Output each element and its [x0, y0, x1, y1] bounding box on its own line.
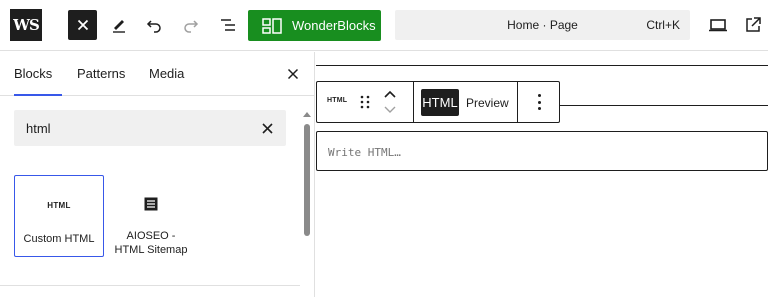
scroll-up-arrow[interactable]	[303, 112, 311, 117]
close-panel-button[interactable]	[283, 64, 303, 84]
block-type-button[interactable]: HTML	[327, 97, 347, 104]
editor-canvas: HTML HTML Preview Write HTML…	[316, 52, 768, 297]
block-option-label: Custom HTML	[23, 233, 95, 245]
wonderblocks-label: WonderBlocks	[292, 18, 376, 33]
html-badge-text: HTML	[47, 200, 71, 210]
close-icon	[287, 68, 299, 80]
tab-blocks[interactable]: Blocks	[14, 52, 62, 96]
block-search-input[interactable]: html	[14, 110, 286, 146]
tab-media[interactable]: Media	[149, 52, 184, 96]
tab-patterns[interactable]: Patterns	[77, 52, 125, 96]
preview-mode-button[interactable]: Preview	[466, 96, 509, 110]
html-editor-placeholder: Write HTML…	[328, 146, 401, 159]
pencil-icon	[113, 20, 125, 33]
html-mode-button[interactable]: HTML	[421, 89, 459, 116]
command-shortcut: Ctrl+K	[646, 18, 680, 32]
block-option-label-line2: HTML Sitemap	[114, 244, 188, 256]
sitemap-list-icon	[106, 195, 196, 213]
more-options-icon[interactable]	[533, 94, 545, 110]
close-inserter-button[interactable]	[68, 10, 97, 40]
search-value: html	[26, 121, 51, 136]
view-page-button[interactable]	[741, 13, 765, 37]
panel-divider	[0, 285, 300, 286]
top-toolbar: WS WonderBlocks Home · Page Ctrl+K	[0, 0, 768, 51]
canvas-guide-line	[560, 105, 768, 106]
block-option-custom-html[interactable]: HTML Custom HTML	[14, 175, 104, 257]
panel-scrollbar[interactable]	[302, 112, 312, 297]
scroll-thumb[interactable]	[304, 124, 310, 236]
wonderblocks-button[interactable]: WonderBlocks	[248, 10, 381, 41]
tools-button[interactable]	[107, 13, 131, 37]
logo-text: WS	[13, 16, 40, 34]
redo-icon	[184, 20, 199, 33]
block-option-label: AIOSEO - HTML Sitemap	[106, 229, 196, 257]
block-toolbar: HTML HTML Preview	[316, 81, 560, 123]
canvas-top-border	[316, 65, 768, 66]
undo-button[interactable]	[142, 13, 166, 37]
command-palette-bar[interactable]: Home · Page Ctrl+K	[395, 10, 690, 40]
block-option-label-line1: AIOSEO -	[126, 230, 176, 242]
block-inserter-panel: Blocks Patterns Media html HTML Custom H…	[0, 52, 315, 297]
close-icon	[261, 122, 273, 134]
inserter-tabs: Blocks Patterns Media	[0, 52, 315, 96]
document-overview-button[interactable]	[216, 13, 240, 37]
tab-patterns-label: Patterns	[77, 66, 126, 81]
toolbar-divider	[517, 82, 518, 122]
toolbar-divider	[413, 82, 414, 122]
block-option-aioseo-html-sitemap[interactable]: AIOSEO - HTML Sitemap	[106, 175, 196, 257]
layout-blocks-icon	[262, 17, 282, 34]
tab-media-label: Media	[149, 66, 185, 81]
html-code-editor[interactable]: Write HTML…	[316, 131, 768, 171]
tab-blocks-label: Blocks	[14, 66, 53, 81]
site-logo[interactable]: WS	[10, 9, 42, 41]
move-up-down-icon[interactable]	[383, 88, 397, 116]
clear-search-button[interactable]	[258, 119, 276, 137]
preview-button[interactable]	[706, 13, 730, 37]
undo-icon	[146, 20, 161, 33]
close-icon	[77, 19, 88, 31]
list-view-icon	[221, 19, 235, 31]
html-block-icon: HTML	[15, 196, 103, 214]
html-mode-label: HTML	[422, 95, 458, 110]
redo-button[interactable]	[179, 13, 203, 37]
desktop-icon	[709, 19, 727, 32]
drag-handle-icon[interactable]	[360, 95, 370, 109]
external-link-icon	[746, 17, 761, 32]
